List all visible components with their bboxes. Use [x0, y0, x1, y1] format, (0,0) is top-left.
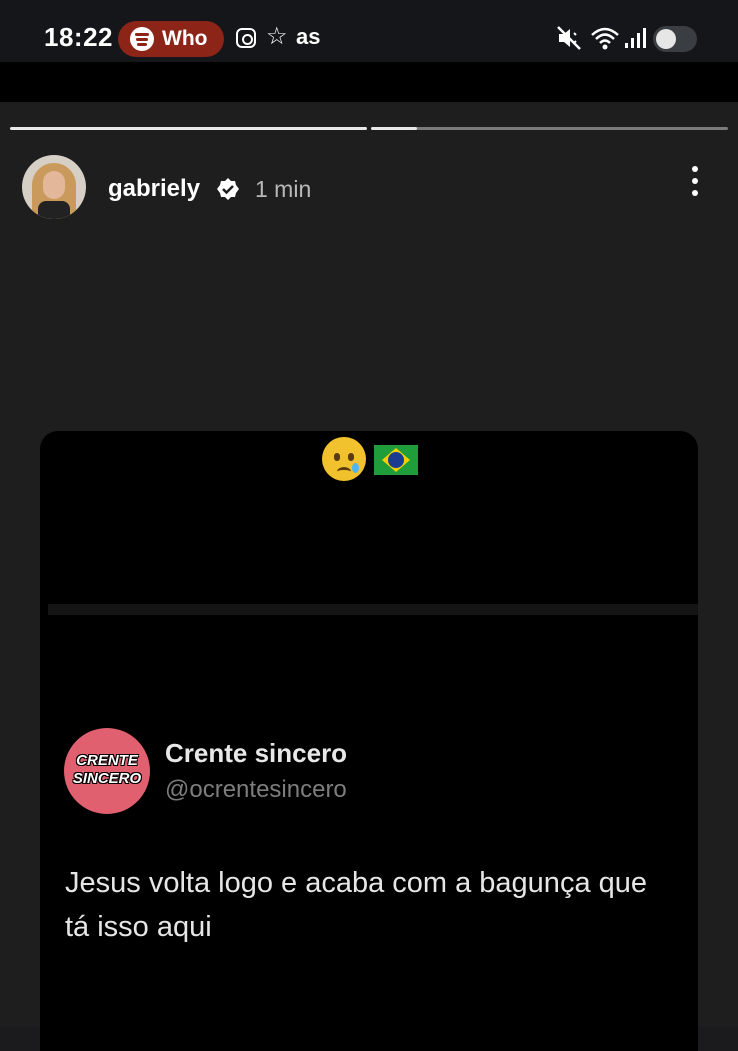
story-username[interactable]: gabriely: [108, 175, 200, 203]
status-bar: 18:22 Who ☆ as: [0, 0, 738, 62]
spotify-label: Who: [162, 27, 208, 50]
tweet-avatar: CRENTE SINCERO: [64, 728, 150, 814]
story-content-card: CRENTE SINCERO Crente sincero @ocrentesin…: [40, 431, 698, 1051]
battery-toggle: [653, 26, 697, 52]
avatar[interactable]: [22, 155, 86, 219]
mute-icon: [557, 26, 581, 50]
story-viewer[interactable]: gabriely 1 min CRENTE SINCERO Crente sinc…: [0, 102, 738, 1051]
tweet-avatar-text: CRENTE SINCERO: [72, 752, 142, 787]
tweet-text: Jesus volta logo e acaba com a bagunça q…: [65, 867, 648, 943]
spotify-now-playing-pill[interactable]: Who: [118, 21, 224, 57]
crying-face-emoji: [322, 437, 366, 481]
verified-badge-icon: [217, 178, 239, 200]
story-progress-2: [371, 127, 728, 130]
story-time-ago: 1 min: [255, 176, 312, 202]
instagram-icon: [236, 28, 256, 48]
tweet-author-name: Crente sincero: [165, 738, 348, 768]
status-time: 18:22: [44, 22, 113, 52]
star-icon: ☆: [266, 23, 288, 50]
divider: [48, 604, 698, 615]
as-icon: as: [296, 24, 321, 49]
brazil-flag-emoji: [374, 445, 418, 475]
story-progress-1: [10, 127, 367, 130]
tweet-author-handle: @ocrentesincero: [165, 776, 347, 803]
top-band: [0, 62, 738, 102]
spotify-icon: [130, 27, 154, 51]
signal-icon: [625, 28, 646, 48]
wifi-icon: [591, 27, 619, 50]
more-vertical-icon[interactable]: [688, 166, 702, 200]
